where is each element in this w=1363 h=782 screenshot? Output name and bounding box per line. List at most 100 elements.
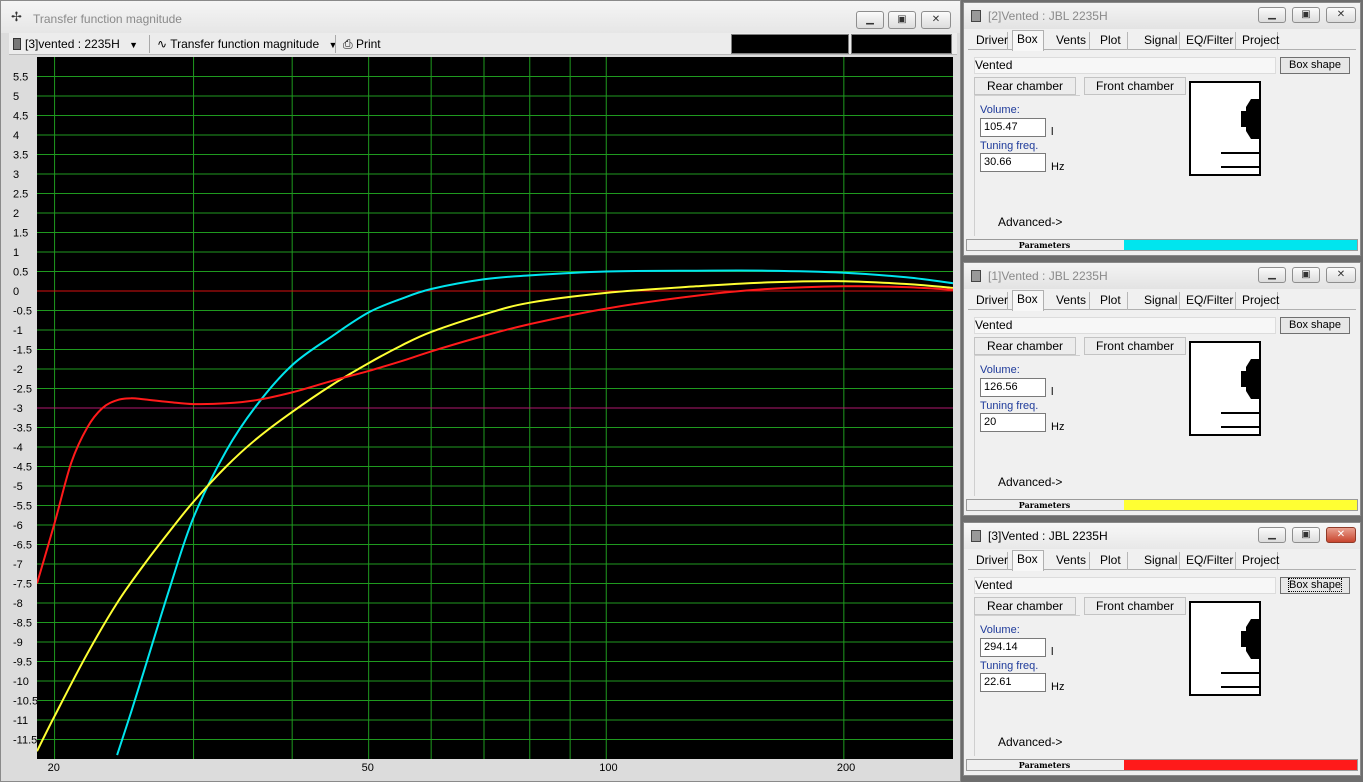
- readout-box-right: [851, 34, 952, 54]
- volume-label: Volume:: [980, 364, 1020, 376]
- tab-signal[interactable]: Signal: [1140, 552, 1180, 570]
- parameters-label: Parameters: [1018, 500, 1071, 510]
- box-shape-button[interactable]: Box shape: [1280, 577, 1350, 594]
- y-tick-label: -10.5: [13, 696, 38, 708]
- view-selector[interactable]: ∿ Transfer function magnitude ▼: [157, 36, 337, 52]
- y-tick-label: 5: [13, 91, 19, 103]
- volume-unit: l: [1051, 386, 1054, 398]
- close-button[interactable]: ✕: [1326, 7, 1356, 23]
- panel-title: [2]Vented : JBL 2235H: [988, 9, 1108, 23]
- readout-box-left: [731, 34, 849, 54]
- tab-eq-filter[interactable]: EQ/Filter: [1182, 32, 1236, 50]
- parameters-label: Parameters: [1018, 240, 1071, 250]
- tab-project[interactable]: Project: [1238, 292, 1279, 310]
- y-tick-label: -8.5: [13, 618, 32, 630]
- tab-eq-filter[interactable]: EQ/Filter: [1182, 552, 1236, 570]
- minimize-button[interactable]: ▁: [1258, 527, 1286, 543]
- y-tick-label: -6.5: [13, 540, 32, 552]
- tab-vents[interactable]: Vents: [1052, 292, 1090, 310]
- volume-input[interactable]: 294.14: [980, 638, 1046, 657]
- vented-box-icon: [1221, 359, 1259, 428]
- view-selector-label: Transfer function magnitude: [170, 37, 320, 51]
- front-chamber-tab[interactable]: Front chamber: [1084, 597, 1186, 615]
- panel-tabs: Driver Box Vents Plot Signal EQ/Filter Project: [968, 290, 1356, 311]
- tab-project[interactable]: Project: [1238, 552, 1279, 570]
- box-diagram: [1189, 81, 1261, 176]
- front-chamber-tab[interactable]: Front chamber: [1084, 337, 1186, 355]
- panel-titlebar[interactable]: [3]Vented : JBL 2235H ▁ ▣ ✕: [964, 523, 1360, 549]
- rear-chamber-tab[interactable]: Rear chamber: [974, 597, 1076, 615]
- tab-plot[interactable]: Plot: [1096, 292, 1128, 310]
- close-button[interactable]: ✕: [1326, 267, 1356, 283]
- y-tick-label: 0.5: [13, 267, 28, 279]
- transfer-function-window: ✢ Transfer function magnitude ▁ ▣ ✕ [3]v…: [0, 0, 961, 782]
- box-type-field: Vented: [974, 317, 1276, 334]
- y-tick-label: -4.5: [13, 462, 32, 474]
- series-color-swatch: [1124, 240, 1357, 250]
- tuning-freq-input[interactable]: 30.66: [980, 153, 1046, 172]
- y-tick-label: 4.5: [13, 111, 28, 123]
- box-shape-button[interactable]: Box shape: [1280, 57, 1350, 74]
- maximize-button[interactable]: ▣: [888, 11, 916, 29]
- volume-input[interactable]: 105.47: [980, 118, 1046, 137]
- plot-area[interactable]: 5.5 5 4.5 4 3.5 3 2.5 2 1.5 1 0.5 0 -0.5 -1 -1.5 -2 -2.5…: [9, 55, 957, 773]
- volume-input[interactable]: 126.56: [980, 378, 1046, 397]
- toolbar-separator: [335, 35, 336, 53]
- box-shape-button[interactable]: Box shape: [1280, 317, 1350, 334]
- maximize-button[interactable]: ▣: [1292, 527, 1320, 543]
- project-selector[interactable]: [3]vented : 2235H ▼: [13, 36, 138, 52]
- x-tick-label: 200: [837, 762, 855, 773]
- minimize-button[interactable]: ▁: [856, 11, 884, 29]
- tab-driver[interactable]: Driver: [972, 552, 1008, 570]
- tab-box[interactable]: Box: [1012, 550, 1044, 571]
- minimize-button[interactable]: ▁: [1258, 267, 1286, 283]
- y-tick-label: 1.5: [13, 228, 28, 240]
- tab-vents[interactable]: Vents: [1052, 32, 1090, 50]
- chevron-down-icon: ▼: [328, 40, 338, 50]
- tab-driver[interactable]: Driver: [972, 292, 1008, 310]
- tab-plot[interactable]: Plot: [1096, 32, 1128, 50]
- rear-chamber-group: Volume: 294.14 l Tuning freq. 22.61 Hz A…: [974, 615, 1080, 756]
- y-tick-label: -2.5: [13, 384, 32, 396]
- y-tick-label: -11: [13, 715, 28, 727]
- rear-chamber-tab[interactable]: Rear chamber: [974, 337, 1076, 355]
- y-tick-label: -9.5: [13, 657, 32, 669]
- tuning-freq-input[interactable]: 20: [980, 413, 1046, 432]
- rear-chamber-tab[interactable]: Rear chamber: [974, 77, 1076, 95]
- volume-label: Volume:: [980, 624, 1020, 636]
- close-button[interactable]: ✕: [921, 11, 951, 29]
- tuning-freq-input[interactable]: 22.61: [980, 673, 1046, 692]
- tab-signal[interactable]: Signal: [1140, 292, 1180, 310]
- minimize-button[interactable]: ▁: [1258, 7, 1286, 23]
- close-button[interactable]: ✕: [1326, 527, 1356, 543]
- rear-chamber-group: Volume: 105.47 l Tuning freq. 30.66 Hz A…: [974, 95, 1080, 236]
- tab-signal[interactable]: Signal: [1140, 32, 1180, 50]
- panel-titlebar[interactable]: [1]Vented : JBL 2235H ▁ ▣ ✕: [964, 263, 1360, 289]
- y-tick-label: -9: [13, 637, 23, 649]
- advanced-link[interactable]: Advanced->: [998, 215, 1062, 229]
- tab-driver[interactable]: Driver: [972, 32, 1008, 50]
- tab-vents[interactable]: Vents: [1052, 552, 1090, 570]
- y-tick-label: -5: [13, 481, 23, 493]
- advanced-link[interactable]: Advanced->: [998, 735, 1062, 749]
- print-button[interactable]: ⎙ Print: [343, 36, 381, 52]
- advanced-link[interactable]: Advanced->: [998, 475, 1062, 489]
- tab-box[interactable]: Box: [1012, 290, 1044, 311]
- maximize-button[interactable]: ▣: [1292, 267, 1320, 283]
- y-tick-label: -3: [13, 403, 23, 415]
- main-titlebar[interactable]: ✢ Transfer function magnitude ▁ ▣ ✕: [1, 1, 960, 33]
- crosshair-icon: ✢: [11, 9, 22, 24]
- front-chamber-tab[interactable]: Front chamber: [1084, 77, 1186, 95]
- panel-title: [1]Vented : JBL 2235H: [988, 269, 1108, 283]
- tab-project[interactable]: Project: [1238, 32, 1279, 50]
- volume-unit: l: [1051, 646, 1054, 658]
- panel-titlebar[interactable]: [2]Vented : JBL 2235H ▁ ▣ ✕: [964, 3, 1360, 29]
- tab-box[interactable]: Box: [1012, 30, 1044, 51]
- y-tick-label: -7.5: [13, 579, 32, 591]
- tuning-freq-label: Tuning freq.: [980, 400, 1039, 412]
- panel-tabs: Driver Box Vents Plot Signal EQ/Filter Project: [968, 550, 1356, 571]
- tab-eq-filter[interactable]: EQ/Filter: [1182, 292, 1236, 310]
- maximize-button[interactable]: ▣: [1292, 7, 1320, 23]
- tab-plot[interactable]: Plot: [1096, 552, 1128, 570]
- transfer-function-chart[interactable]: 5.5 5 4.5 4 3.5 3 2.5 2 1.5 1 0.5 0 -0.5 -1 -1.5 -2 -2.5…: [9, 55, 957, 773]
